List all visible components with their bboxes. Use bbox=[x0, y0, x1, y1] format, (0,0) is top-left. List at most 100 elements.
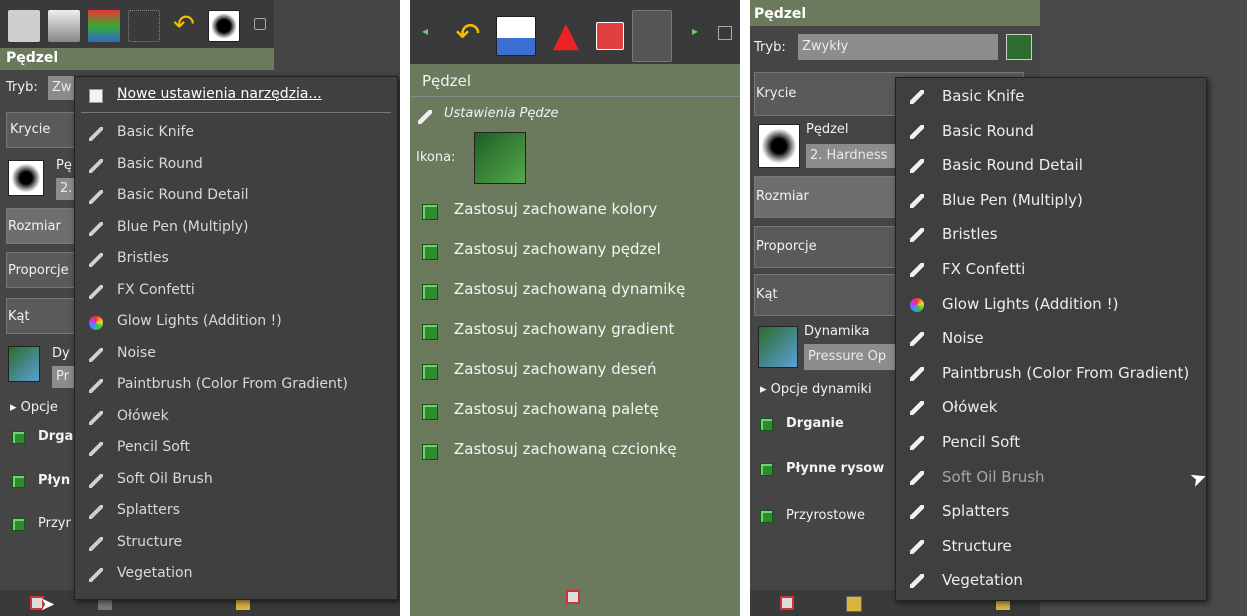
menu-item[interactable]: Structure bbox=[75, 529, 397, 559]
menu-item[interactable]: FX Confetti bbox=[896, 255, 1206, 285]
restore-option-checkbox[interactable] bbox=[422, 444, 438, 460]
menu-item-new-preset[interactable]: Nowe ustawienia narzędzia... bbox=[75, 81, 397, 111]
restore-option-checkbox[interactable] bbox=[422, 324, 438, 340]
restore-options-icon[interactable] bbox=[846, 596, 862, 612]
save-icon[interactable] bbox=[566, 590, 580, 604]
restore-option-checkbox[interactable] bbox=[422, 364, 438, 380]
menu-item[interactable]: Basic Round Detail bbox=[896, 151, 1206, 181]
dynamics-options-expander[interactable]: ▸ Opcje dynamiki bbox=[760, 382, 872, 397]
brush-icon bbox=[89, 379, 103, 393]
menu-item[interactable]: Structure bbox=[896, 532, 1206, 562]
brush-preview[interactable] bbox=[758, 124, 800, 168]
menu-item[interactable]: Vegetation bbox=[896, 566, 1206, 596]
restore-option-checkbox[interactable] bbox=[422, 204, 438, 220]
layers-tab[interactable] bbox=[48, 10, 80, 42]
brush-label: Pę bbox=[56, 158, 72, 173]
scroll-left-icon[interactable]: ◂ bbox=[422, 24, 428, 38]
menu-item-label: Glow Lights (Addition !) bbox=[117, 313, 282, 329]
dynamics-preview[interactable] bbox=[8, 346, 40, 382]
brush-icon bbox=[910, 193, 924, 208]
device-status-tab[interactable] bbox=[8, 10, 40, 42]
dynamics-select[interactable]: Pr bbox=[52, 366, 76, 388]
brush-icon bbox=[89, 221, 103, 236]
menu-item[interactable]: FX Confetti bbox=[75, 277, 397, 307]
menu-item-label: Splatters bbox=[117, 502, 180, 518]
dynamics-preview[interactable] bbox=[758, 326, 798, 368]
menu-item[interactable]: Splatters bbox=[75, 497, 397, 527]
menu-item[interactable]: Basic Round Detail bbox=[75, 182, 397, 212]
menu-item-label: Basic Round bbox=[942, 121, 1034, 140]
menu-item-label: Pencil Soft bbox=[117, 439, 190, 455]
menu-item[interactable]: Pencil Soft bbox=[75, 434, 397, 464]
mode-dropdown-icon[interactable] bbox=[1006, 34, 1032, 60]
brush-preview[interactable] bbox=[8, 160, 44, 196]
menu-item[interactable]: Blue Pen (Multiply) bbox=[896, 186, 1206, 216]
pattern-tab[interactable] bbox=[596, 22, 624, 50]
menu-item[interactable]: Basic Knife bbox=[75, 119, 397, 149]
tool-options-title: Pędzel bbox=[6, 50, 59, 66]
menu-item[interactable]: Soft Oil Brush bbox=[896, 463, 1206, 493]
menu-item[interactable]: Splatters bbox=[896, 497, 1206, 527]
menu-item-label: Structure bbox=[117, 533, 183, 550]
dynamics-select[interactable]: Pressure Op bbox=[804, 344, 896, 370]
warning-tab[interactable]: ▲ bbox=[546, 16, 586, 56]
brush-select[interactable]: 2. bbox=[56, 178, 76, 200]
menu-item[interactable]: Basic Round bbox=[75, 151, 397, 181]
tool-options-tab[interactable] bbox=[632, 10, 672, 62]
restore-option-label: Zastosuj zachowany gradient bbox=[454, 320, 675, 338]
brush-icon bbox=[89, 442, 103, 456]
brush-tab[interactable] bbox=[208, 10, 240, 42]
menu-item[interactable]: Ołówek bbox=[896, 393, 1206, 423]
glow-brush-icon bbox=[89, 316, 103, 330]
mode-select[interactable]: Zwykły bbox=[798, 34, 998, 60]
menu-item[interactable]: Basic Knife bbox=[896, 82, 1206, 112]
menu-item[interactable]: Pencil Soft bbox=[896, 428, 1206, 458]
preset-icon-button[interactable] bbox=[474, 132, 526, 184]
menu-item[interactable]: Paintbrush (Color From Gradient) bbox=[896, 359, 1206, 389]
incremental-checkbox[interactable] bbox=[760, 510, 773, 523]
menu-item-label: Ołówek bbox=[117, 407, 169, 424]
brush-icon bbox=[89, 284, 103, 299]
configure-tab-icon[interactable] bbox=[718, 26, 732, 40]
aspect-label: Proporcje bbox=[8, 263, 69, 278]
menu-item[interactable]: Bristles bbox=[75, 245, 397, 275]
save-options-icon[interactable] bbox=[780, 596, 794, 610]
jitter-checkbox[interactable] bbox=[12, 431, 25, 444]
smooth-checkbox[interactable] bbox=[760, 463, 773, 476]
menu-item-label: Basic Round Detail bbox=[942, 156, 1083, 175]
undo-tab[interactable]: ↶ bbox=[448, 16, 488, 56]
smooth-checkbox[interactable] bbox=[12, 475, 25, 488]
undo-tab[interactable]: ↶ bbox=[168, 10, 200, 42]
configure-tab-icon[interactable] bbox=[254, 18, 266, 30]
menu-item[interactable]: Paintbrush (Color From Gradient) bbox=[75, 371, 397, 401]
restore-option-checkbox[interactable] bbox=[422, 404, 438, 420]
restore-option-checkbox[interactable] bbox=[422, 244, 438, 260]
menu-item[interactable]: Vegetation bbox=[75, 560, 397, 590]
settings-label: Ustawienia Pędze bbox=[444, 106, 559, 121]
channels-tab[interactable] bbox=[88, 10, 120, 42]
paths-tab[interactable] bbox=[128, 10, 160, 42]
restore-option-checkbox[interactable] bbox=[422, 284, 438, 300]
menu-item-label: Ołówek bbox=[942, 398, 998, 417]
incremental-checkbox[interactable] bbox=[12, 518, 25, 531]
brush-icon bbox=[89, 127, 103, 141]
menu-item[interactable]: Noise bbox=[896, 324, 1206, 354]
menu-item-label: Basic Round Detail bbox=[117, 187, 249, 203]
tool-name: Pędzel bbox=[422, 72, 472, 90]
dynamics-options-expander[interactable]: ▸ Opcje bbox=[10, 400, 58, 415]
menu-item[interactable]: Bristles bbox=[896, 220, 1206, 250]
menu-item[interactable]: Noise bbox=[75, 340, 397, 370]
menu-item[interactable]: Glow Lights (Addition !) bbox=[75, 308, 397, 338]
brush-select[interactable]: 2. Hardness bbox=[806, 144, 896, 168]
left-panel: ↶ Pędzel Tryb: Zw Krycie Pę 2. Rozmiar P… bbox=[0, 0, 400, 616]
menu-item[interactable]: Ołówek bbox=[75, 403, 397, 433]
restore-option-label: Zastosuj zachowane kolory bbox=[454, 200, 658, 218]
histogram-tab[interactable] bbox=[496, 16, 536, 56]
menu-item[interactable]: Glow Lights (Addition !) bbox=[896, 290, 1206, 320]
scroll-right-icon[interactable]: ▸ bbox=[692, 24, 698, 38]
jitter-checkbox[interactable] bbox=[760, 418, 773, 431]
menu-item[interactable]: Blue Pen (Multiply) bbox=[75, 214, 397, 244]
menu-item[interactable]: Basic Round bbox=[896, 117, 1206, 147]
menu-item[interactable]: Soft Oil Brush bbox=[75, 466, 397, 496]
icon-label: Ikona: bbox=[416, 150, 456, 165]
